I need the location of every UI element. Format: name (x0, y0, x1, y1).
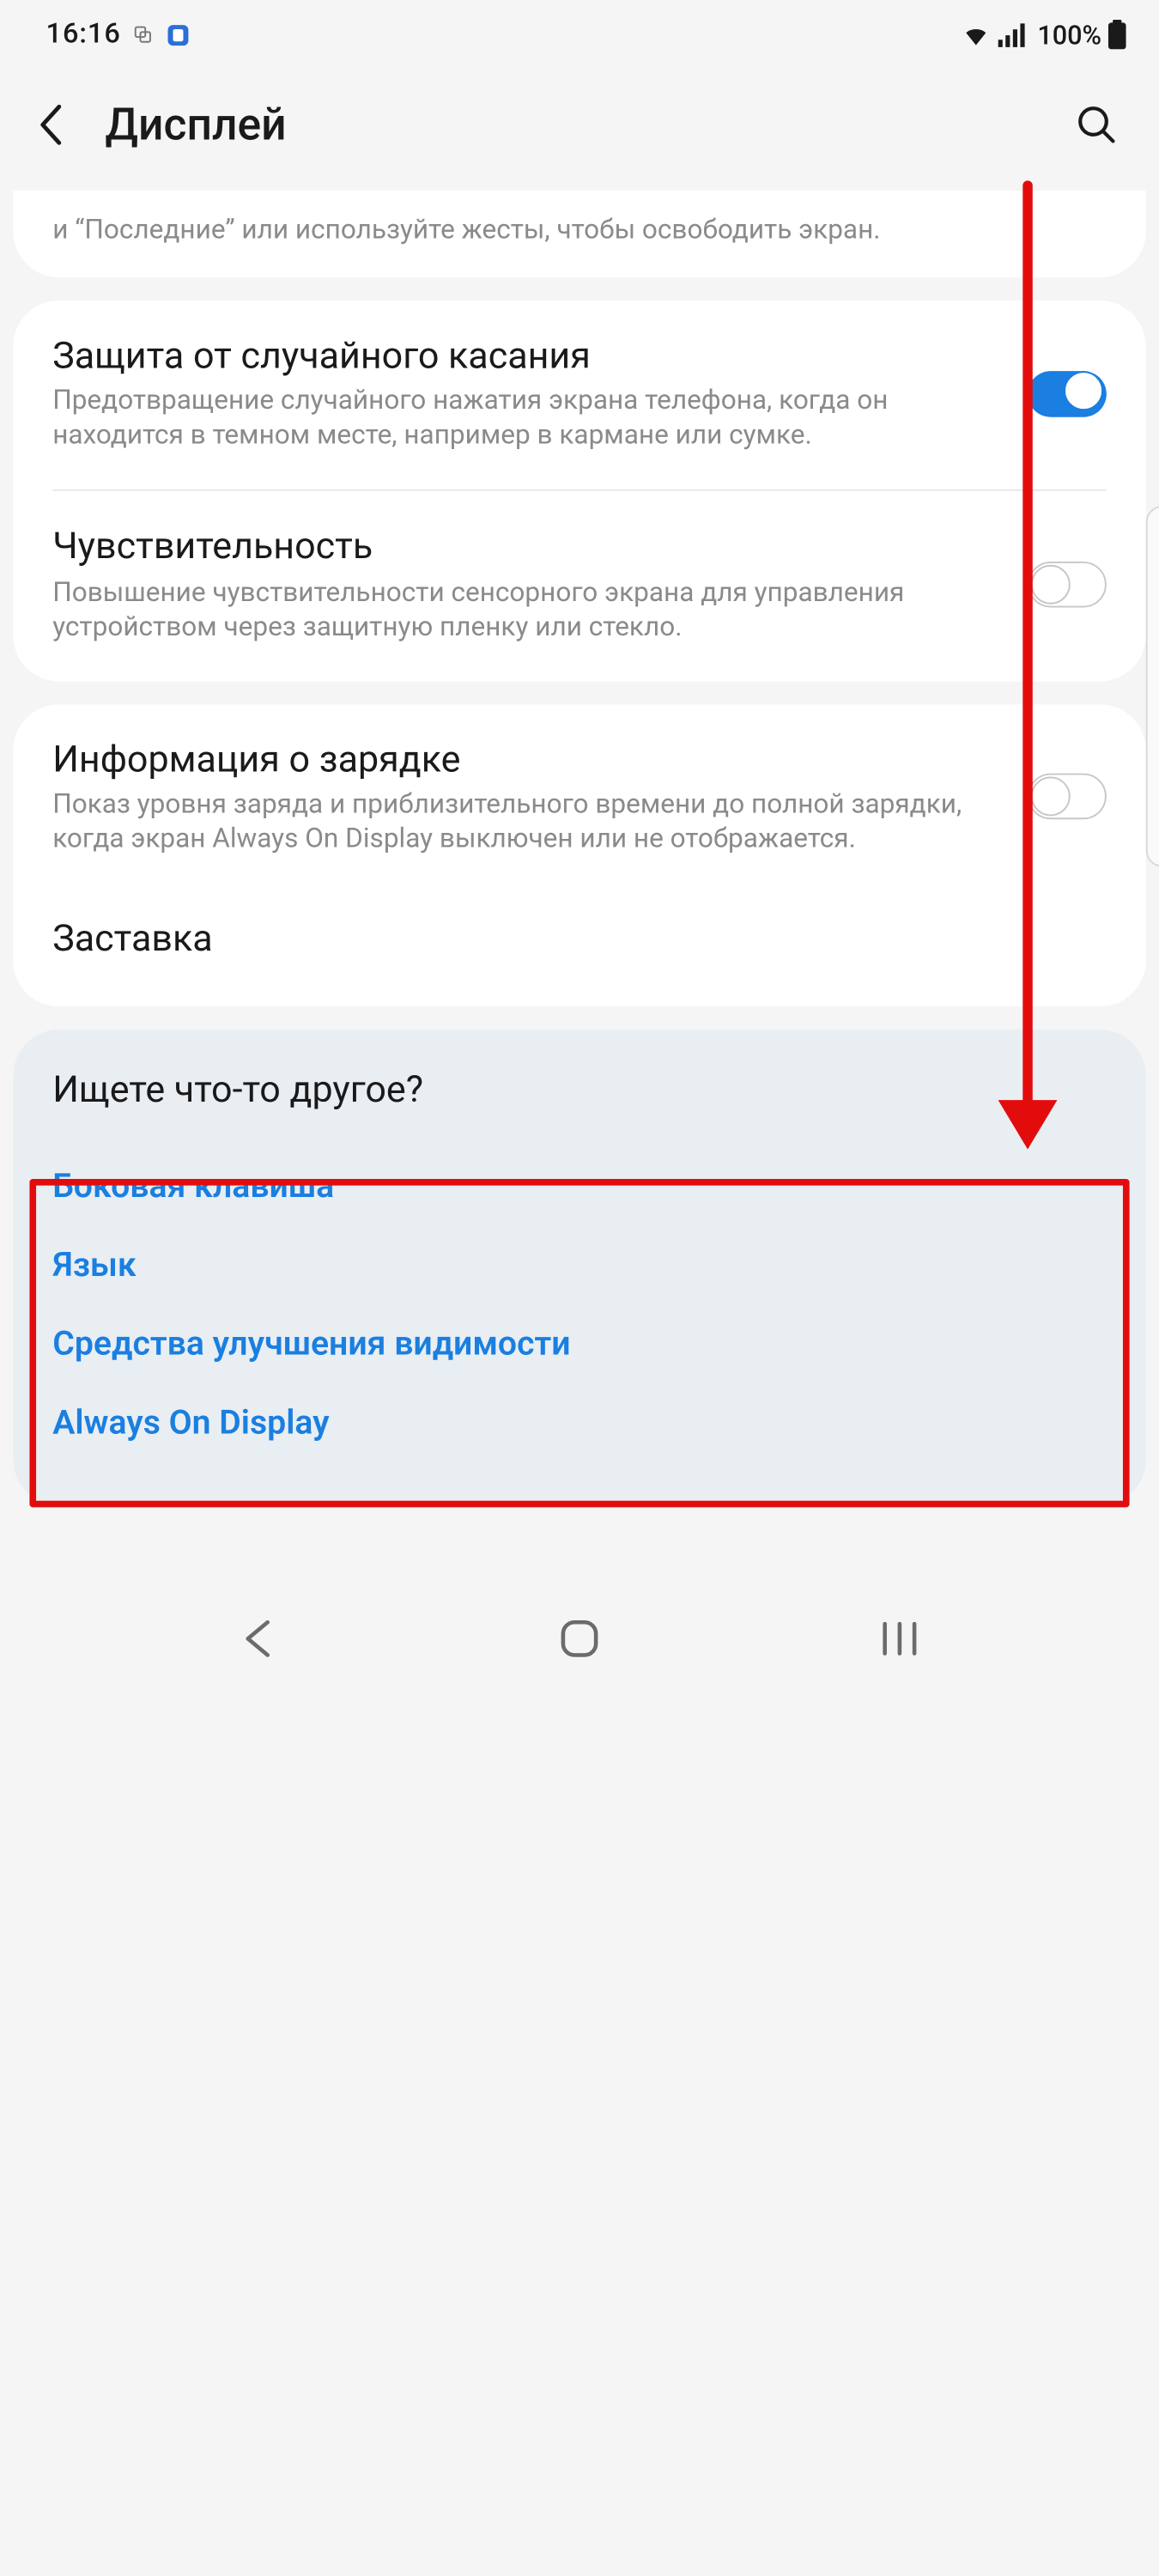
suggest-link-visibility[interactable]: Средства улучшения видимости (52, 1306, 1107, 1385)
row-desc: Показ уровня заряда и приблизительного в… (52, 788, 998, 858)
status-left: 16:16 (46, 18, 191, 51)
toggle-touch-sensitivity[interactable] (1028, 562, 1107, 608)
row-screensaver[interactable]: Заставка (13, 894, 1145, 1007)
wifi-icon (961, 22, 992, 47)
partial-row-desc: и “Последние” или используйте жесты, что… (13, 191, 1145, 278)
row-desc: Предотвращение случайного нажатия экрана… (52, 385, 998, 454)
suggestions-title: Ищете что-то другое? (52, 1069, 1107, 1112)
row-accidental-touch[interactable]: Защита от случайного касания Предотвраще… (13, 301, 1145, 490)
status-right: 100% (961, 19, 1126, 50)
battery-percent: 100% (1037, 19, 1101, 50)
toggle-accidental-touch[interactable] (1028, 371, 1107, 417)
page-title: Дисплей (105, 99, 1034, 151)
row-title: Защита от случайного касания (52, 333, 998, 380)
row-title: Чувствительность (52, 525, 998, 571)
nav-back-button[interactable] (226, 1607, 291, 1672)
row-charging-info[interactable]: Информация о зарядке Показ уровня заряда… (13, 704, 1145, 894)
battery-icon (1108, 20, 1126, 49)
settings-card-touch: Защита от случайного касания Предотвраще… (13, 301, 1145, 681)
row-touch-sensitivity[interactable]: Чувствительность Повышение чувствительно… (13, 492, 1145, 682)
row-title: Заставка (52, 916, 1107, 963)
app-header: Дисплей (0, 69, 1159, 191)
search-button[interactable] (1060, 88, 1132, 161)
row-title: Информация о зарядке (52, 737, 998, 783)
navigation-bar (0, 1591, 1159, 1686)
edge-panel-handle[interactable] (1146, 506, 1159, 867)
status-time: 16:16 (46, 18, 121, 51)
settings-card-partial: и “Последние” или используйте жесты, что… (13, 191, 1145, 278)
settings-card-charging: Информация о зарядке Показ уровня заряда… (13, 704, 1145, 1007)
nav-recents-button[interactable] (867, 1607, 932, 1672)
suggest-link-side-key[interactable]: Боковая клавиша (52, 1148, 1107, 1227)
multiwindow-icon (130, 22, 155, 47)
nav-home-button[interactable] (547, 1607, 612, 1672)
row-desc: Повышение чувствительности сенсорного эк… (52, 575, 998, 645)
app-indicator-icon (165, 22, 190, 47)
suggestions-card: Ищете что-то другое? Боковая клавиша Язы… (13, 1030, 1145, 1506)
back-button[interactable] (27, 88, 79, 161)
signal-icon (998, 22, 1027, 47)
suggest-link-aod[interactable]: Always On Display (52, 1384, 1107, 1463)
toggle-charging-info[interactable] (1028, 775, 1107, 821)
status-bar: 16:16 100% (0, 0, 1159, 69)
suggest-link-language[interactable]: Язык (52, 1227, 1107, 1306)
